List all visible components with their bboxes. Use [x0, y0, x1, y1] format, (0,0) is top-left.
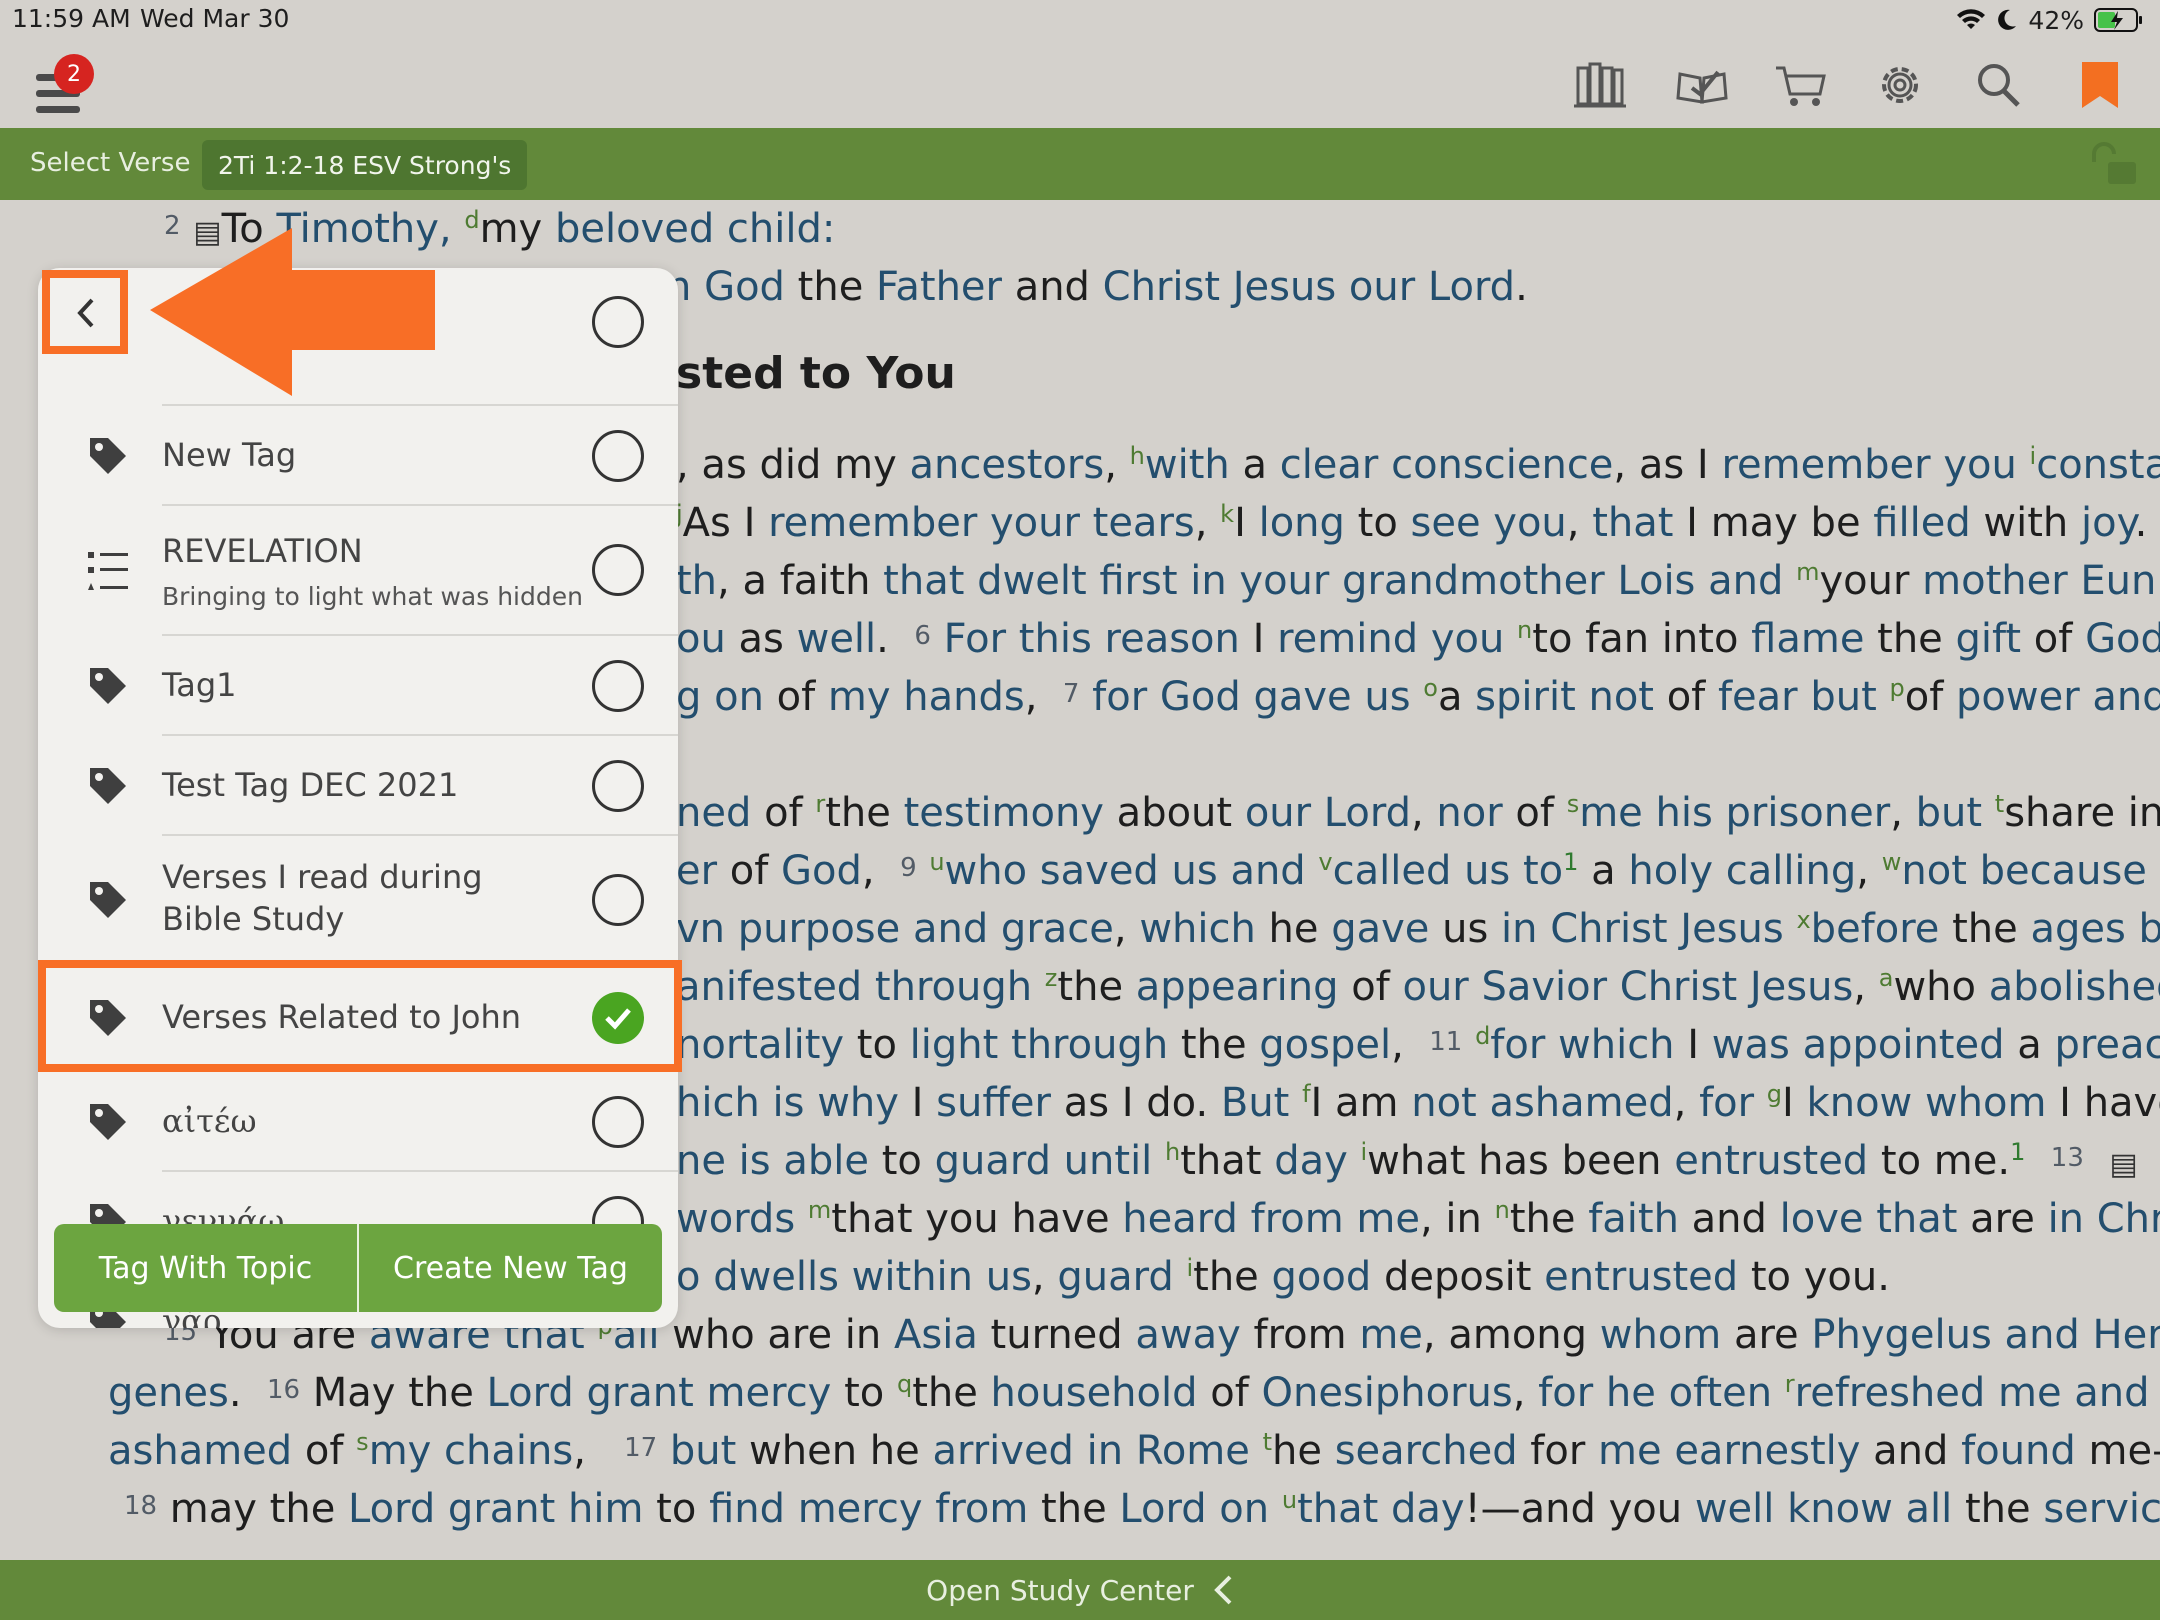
battery-percent: 42% [2028, 5, 2084, 35]
reference-chip[interactable]: 2Ti 1:2-18 ESV Strong's [202, 140, 528, 190]
tag-title: Verses I read during [162, 858, 483, 896]
top-toolbar: 2 [0, 38, 2160, 128]
bookmark-icon[interactable] [2072, 60, 2128, 110]
chevron-left-icon [1213, 1575, 1232, 1605]
reading-plan-icon[interactable] [1674, 60, 1730, 110]
tag-radio[interactable] [592, 760, 644, 812]
library-icon[interactable] [1572, 60, 1628, 110]
tag-title: Test Tag DEC 2021 [162, 766, 459, 804]
verse-line: , as did my ancestors, hwith a clear con… [676, 442, 2160, 488]
annotation-arrow [150, 228, 435, 396]
tag-radio[interactable] [592, 660, 644, 712]
create-new-tag-button[interactable]: Create New Tag [359, 1224, 662, 1312]
note-icon[interactable]: ▤ [2109, 1147, 2137, 1182]
verse-line: jAs I remember your tears, kI long to se… [676, 500, 2148, 546]
status-time: 11:59 AM [12, 4, 131, 33]
verse-line: hich is why I suffer as I do. But fI am … [676, 1080, 2160, 1126]
study-center-label: Open Study Center [926, 1573, 1194, 1607]
tag-row-verses-read[interactable]: Verses I read during Bible Study [38, 836, 678, 964]
tag-radio[interactable] [592, 296, 644, 348]
verse-line: ou as well. 6 For this reason I remind y… [676, 616, 2160, 662]
tag-title: New Tag [162, 436, 297, 474]
battery-charging-icon [2094, 8, 2142, 32]
verse-line: g on of my hands, 7 for God gave us oa s… [676, 674, 2160, 720]
verse-bar: Select Verse 2Ti 1:2-18 ESV Strong's [0, 128, 2160, 200]
settings-icon[interactable] [1872, 60, 1928, 110]
search-icon[interactable] [1972, 60, 2028, 110]
verse-line: 18 may the Lord grant him to find mercy … [124, 1486, 2160, 1532]
wifi-icon [1957, 9, 1986, 29]
tag-icon [90, 882, 126, 918]
back-button-highlight[interactable] [42, 270, 128, 354]
status-right: 42% [1956, 4, 2144, 36]
tag-with-topic-button[interactable]: Tag With Topic [54, 1224, 357, 1312]
unlock-icon[interactable] [2088, 142, 2140, 188]
tag-row-aiteo[interactable]: αἰτέω [38, 1072, 678, 1172]
tag-title: αἰτέω [162, 1102, 257, 1140]
verse-line: ned of rthe testimony about our Lord, no… [676, 790, 2160, 836]
tag-title: REVELATION [162, 532, 363, 570]
tag-subtitle: Bringing to light what was hidden [162, 582, 583, 611]
verse-line: o dwells within us, guard ithe good depo… [676, 1254, 1890, 1300]
tag-icon [90, 438, 126, 474]
select-verse-button[interactable]: Select Verse [30, 148, 190, 178]
menu-button[interactable]: 2 [34, 54, 108, 124]
status-bar: 11:59 AM Wed Mar 30 42% [0, 0, 2160, 38]
section-heading: sted to You [676, 348, 956, 399]
tag-radio[interactable] [592, 1096, 644, 1148]
bottom-bar: Open Study Center [0, 1560, 2160, 1620]
tag-radio[interactable] [592, 544, 644, 596]
verse-line: ashamed of smy chains, 17 but when he ar… [108, 1428, 2160, 1474]
tag-row-tag1[interactable]: Tag1 [38, 636, 678, 736]
panel-actions: Tag With Topic Create New Tag [54, 1224, 662, 1312]
verse-line: th, a faith that dwelt first in your gra… [676, 558, 2160, 604]
cart-icon[interactable] [1774, 60, 1830, 110]
verse-line: ne is able to guard until hthat day iwha… [676, 1138, 2138, 1184]
tag-panel: ... New Tag REVELATION Bringing to light… [38, 268, 678, 1328]
verse-line: anifested through zthe appearing of our … [676, 964, 2160, 1010]
notification-badge: 2 [54, 54, 94, 94]
tag-row-test-tag[interactable]: Test Tag DEC 2021 [38, 736, 678, 836]
verse-line: genes. 16 May the Lord grant mercy to qt… [108, 1370, 2160, 1416]
tag-radio[interactable] [592, 874, 644, 926]
list-icon [88, 552, 128, 590]
tag-radio[interactable] [592, 430, 644, 482]
verse-line: vn purpose and grace, which he gave us i… [676, 906, 2160, 952]
tag-icon [90, 768, 126, 804]
tag-icon [90, 668, 126, 704]
verse-line: nortality to light through the gospel, 1… [676, 1022, 2160, 1068]
tag-icon [90, 1104, 126, 1140]
verse-line: er of God, 9 uwho saved us and vcalled u… [676, 848, 2160, 894]
tag-row-new-tag[interactable]: New Tag [38, 406, 678, 506]
selected-tag-highlight [38, 960, 682, 1072]
tag-title: Tag1 [162, 666, 237, 704]
chevron-left-icon [77, 298, 94, 328]
moon-icon [1998, 9, 2017, 30]
status-date: Wed Mar 30 [140, 4, 290, 33]
tag-row-revelation[interactable]: REVELATION Bringing to light what was hi… [38, 506, 678, 634]
verse-line: words mthat you have heard from me, in n… [676, 1196, 2160, 1242]
open-study-center-button[interactable]: Open Study Center [0, 1560, 2160, 1620]
verse-line: n God the Father and Christ Jesus our Lo… [666, 264, 1528, 310]
tag-title-line2: Bible Study [162, 900, 345, 938]
